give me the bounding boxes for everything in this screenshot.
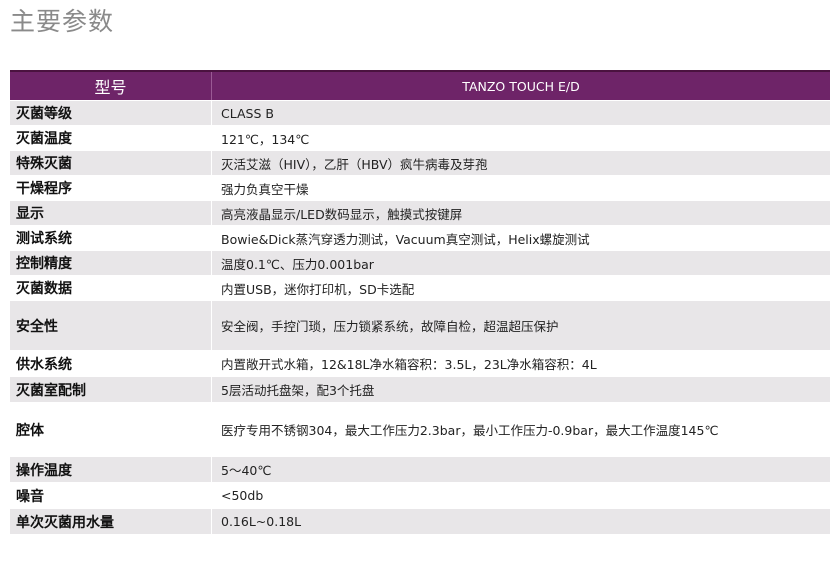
table-row: 单次灭菌用水量 0.16L~0.18L bbox=[10, 509, 830, 535]
table-row: 灭菌等级 CLASS B bbox=[10, 101, 830, 126]
table-row: 安全性 安全阀，手控门琐，压力锁紧系统，故障自检，超温超压保护 bbox=[10, 301, 830, 351]
table-row: 腔体 医疗专用不锈钢304，最大工作压力2.3bar，最小工作压力-0.9bar… bbox=[10, 403, 830, 457]
row-label: 特殊灭菌 bbox=[16, 156, 72, 172]
row-value: 内置USB，迷你打印机，SD卡选配 bbox=[211, 276, 830, 300]
row-value: Bowie&Dick蒸汽穿透力测试，Vacuum真空测试，Helix螺旋测试 bbox=[211, 226, 830, 250]
table-row: 干燥程序 强力负真空干燥 bbox=[10, 176, 830, 201]
table-row: 控制精度 温度0.1℃、压力0.001bar bbox=[10, 251, 830, 276]
table-row: 灭菌温度 121℃，134℃ bbox=[10, 126, 830, 151]
row-label: 操作温度 bbox=[16, 462, 72, 479]
row-label: 灭菌等级 bbox=[16, 106, 72, 122]
row-value: 121℃，134℃ bbox=[211, 126, 830, 150]
row-label: 控制精度 bbox=[16, 256, 72, 272]
row-value: 灭活艾滋（HIV），乙肝（HBV）疯牛病毒及芽孢 bbox=[211, 151, 830, 175]
row-value: 0.16L~0.18L bbox=[211, 509, 830, 534]
header-model-label: 型号 bbox=[94, 78, 127, 97]
table-row: 特殊灭菌 灭活艾滋（HIV），乙肝（HBV）疯牛病毒及芽孢 bbox=[10, 151, 830, 176]
row-label: 灭菌室配制 bbox=[16, 382, 86, 399]
row-value: 强力负真空干燥 bbox=[211, 176, 830, 200]
row-label: 灭菌温度 bbox=[16, 131, 72, 147]
spec-table: 型号 TANZO TOUCH E/D 灭菌等级 CLASS B 灭菌温度 121… bbox=[10, 70, 830, 535]
row-label: 显示 bbox=[16, 206, 44, 222]
row-value: 5～40℃ bbox=[211, 457, 830, 482]
page-title: 主要参数 bbox=[10, 7, 115, 36]
table-row: 灭菌数据 内置USB，迷你打印机，SD卡选配 bbox=[10, 276, 830, 301]
row-label: 测试系统 bbox=[16, 231, 72, 247]
row-label: 干燥程序 bbox=[16, 181, 72, 197]
table-row: 显示 高亮液晶显示/LED数码显示，触摸式按键屏 bbox=[10, 201, 830, 226]
row-label: 安全性 bbox=[16, 318, 58, 335]
row-value: 高亮液晶显示/LED数码显示，触摸式按键屏 bbox=[211, 201, 830, 225]
row-value: 医疗专用不锈钢304，最大工作压力2.3bar，最小工作压力-0.9bar，最大… bbox=[211, 403, 830, 456]
row-value: 内置敞开式水箱，12&18L净水箱容积：3.5L，23L净水箱容积：4L bbox=[211, 351, 830, 376]
row-label: 灭菌数据 bbox=[16, 281, 72, 297]
row-value: 安全阀，手控门琐，压力锁紧系统，故障自检，超温超压保护 bbox=[211, 301, 830, 350]
table-row: 测试系统 Bowie&Dick蒸汽穿透力测试，Vacuum真空测试，Helix螺… bbox=[10, 226, 830, 251]
row-label: 腔体 bbox=[16, 422, 44, 439]
row-label: 噪音 bbox=[16, 488, 44, 505]
table-row: 灭菌室配制 5层活动托盘架，配3个托盘 bbox=[10, 377, 830, 403]
header-model-value: TANZO TOUCH E/D bbox=[211, 72, 830, 100]
row-label: 供水系统 bbox=[16, 356, 72, 373]
table-row: 噪音 <50db bbox=[10, 483, 830, 509]
row-value: 温度0.1℃、压力0.001bar bbox=[211, 251, 830, 275]
table-row: 操作温度 5～40℃ bbox=[10, 457, 830, 483]
row-label: 单次灭菌用水量 bbox=[16, 514, 114, 531]
row-value: 5层活动托盘架，配3个托盘 bbox=[211, 377, 830, 402]
row-value: CLASS B bbox=[211, 101, 830, 125]
table-row: 供水系统 内置敞开式水箱，12&18L净水箱容积：3.5L，23L净水箱容积：4… bbox=[10, 351, 830, 377]
row-value: <50db bbox=[211, 483, 830, 508]
table-header-row: 型号 TANZO TOUCH E/D bbox=[10, 70, 830, 101]
